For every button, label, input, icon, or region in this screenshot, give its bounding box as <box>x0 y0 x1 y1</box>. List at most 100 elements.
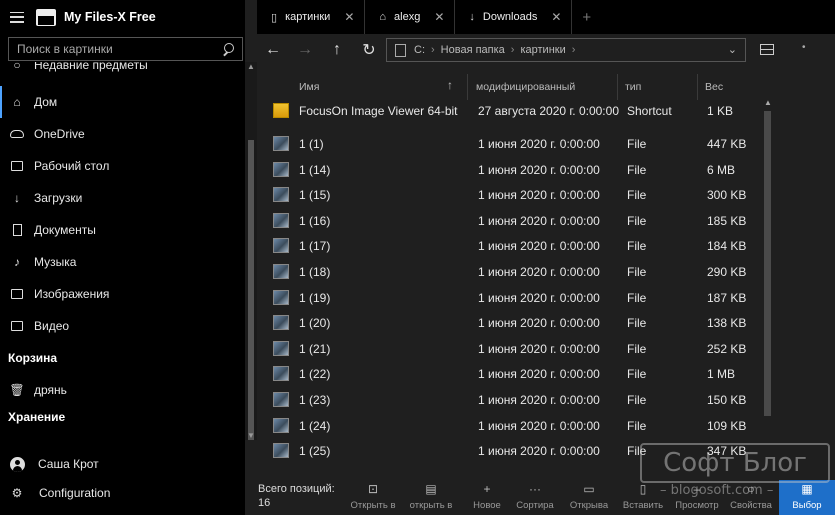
video-icon <box>10 319 24 333</box>
shortcut-icon <box>273 103 289 118</box>
forward-button[interactable]: → <box>289 41 321 59</box>
sidebar: My Files-X Free Поиск в картинки ○ Недав… <box>0 0 245 515</box>
file-name: 1 (15) <box>299 188 331 203</box>
sidebar-item-trash[interactable]: 🗑 дрянь <box>0 374 245 406</box>
scroll-up-icon[interactable]: ▲ <box>764 98 772 107</box>
sidebar-scrollbar[interactable]: ▲ ▼ <box>245 62 257 440</box>
sort-ascending-icon[interactable]: ↑ <box>447 78 453 92</box>
scroll-down-icon[interactable]: ▼ <box>245 431 257 440</box>
close-icon[interactable]: ✕ <box>344 10 354 24</box>
table-row[interactable]: 1 (22) 1 июня 2020 г. 0:00:00 File 1 MB <box>257 361 757 387</box>
terminal-button[interactable]: ▭ Открыва <box>561 480 617 511</box>
column-header-size[interactable]: Вес <box>705 81 723 93</box>
column-header-type[interactable]: тип <box>625 81 641 93</box>
table-row[interactable]: 1 (24) 1 июня 2020 г. 0:00:00 File 109 KB <box>257 413 757 439</box>
scroll-up-icon[interactable]: ▲ <box>245 62 257 71</box>
sidebar-footer: Саша Крот ⚙ Configuration <box>0 450 245 508</box>
file-size: 1 MB <box>707 367 736 382</box>
layout-mode-icon[interactable] <box>760 44 774 55</box>
file-rows: FocusOn Image Viewer 64-bit 27 августа 20… <box>257 98 757 466</box>
scrollbar-thumb[interactable] <box>248 140 254 440</box>
close-icon[interactable]: ✕ <box>434 10 444 24</box>
breadcrumb-current[interactable]: картинки <box>520 44 565 56</box>
item-count-label: Всего позиций: <box>258 483 335 495</box>
breadcrumb-folder[interactable]: Новая папка <box>441 44 505 56</box>
file-type: File <box>627 239 647 254</box>
sidebar-item-label: Недавние предметы <box>34 62 148 72</box>
file-list-scrollbar[interactable]: ▲ <box>757 96 777 466</box>
add-tab-button[interactable]: + <box>572 0 601 34</box>
table-row[interactable]: 1 (15) 1 июня 2020 г. 0:00:00 File 300 KB <box>257 182 757 208</box>
search-input[interactable]: Поиск в картинки <box>8 37 243 61</box>
search-icon[interactable] <box>222 43 234 55</box>
table-row[interactable]: 1 (16) 1 июня 2020 г. 0:00:00 File 185 KB <box>257 208 757 234</box>
file-type: File <box>627 137 647 151</box>
file-type: File <box>627 188 647 203</box>
up-button[interactable]: ↑ <box>321 41 353 59</box>
column-header-modified[interactable]: модифицированный <box>476 81 575 93</box>
tab-label: картинки <box>285 11 331 23</box>
sidebar-item-desktop[interactable]: Рабочий стол <box>0 150 245 182</box>
column-header-name[interactable]: Имя <box>299 81 319 93</box>
table-row[interactable]: 1 (1) 1 июня 2020 г. 0:00:00 File 447 KB <box>257 131 757 157</box>
address-bar[interactable]: C: › Новая папка › картинки › ⌄ <box>386 38 746 62</box>
table-row[interactable]: 1 (23) 1 июня 2020 г. 0:00:00 File 150 KB <box>257 387 757 413</box>
command-label: Открыть в <box>350 500 396 511</box>
file-name: 1 (18) <box>299 264 331 279</box>
sidebar-item-onedrive[interactable]: OneDrive <box>0 118 245 150</box>
table-row[interactable]: 1 (20) 1 июня 2020 г. 0:00:00 File 138 KB <box>257 310 757 336</box>
chevron-down-icon[interactable]: ⌄ <box>728 43 737 56</box>
table-row[interactable]: FocusOn Image Viewer 64-bit 27 августа 20… <box>257 98 757 131</box>
file-name: 1 (21) <box>299 341 331 356</box>
more-button[interactable]: ··· Сортира <box>507 480 563 511</box>
open-new-tab-icon: ⊡ <box>367 482 379 496</box>
file-list: Имя ↑ модифицированный тип Вес FocusOn I… <box>257 66 757 466</box>
sidebar-item-images[interactable]: Изображения <box>0 278 245 310</box>
sidebar-item-label: дрянь <box>34 383 67 397</box>
breadcrumb-drive[interactable]: C: <box>414 44 425 56</box>
back-button[interactable]: ← <box>257 41 289 59</box>
image-thumbnail-icon <box>273 366 289 382</box>
configuration-button[interactable]: ⚙ Configuration <box>0 478 245 508</box>
home-icon: ⌂ <box>379 11 387 23</box>
column-divider[interactable] <box>617 74 618 100</box>
table-row[interactable]: 1 (21) 1 июня 2020 г. 0:00:00 File 252 KB <box>257 336 757 362</box>
breadcrumb-separator: › <box>510 44 515 56</box>
user-account[interactable]: Саша Крот <box>0 450 245 478</box>
tab-downloads[interactable]: ↓ Downloads ✕ <box>455 0 573 34</box>
open-folder-button[interactable]: ▤ открыть в <box>403 480 459 511</box>
column-divider[interactable] <box>697 74 698 100</box>
column-divider[interactable] <box>467 74 468 100</box>
cloud-icon <box>10 127 24 141</box>
select-button[interactable]: ▦ Выбор <box>779 480 835 515</box>
file-type: File <box>627 162 647 177</box>
tab-alexg[interactable]: ⌂ alexg ✕ <box>365 0 456 34</box>
table-row[interactable]: 1 (17) 1 июня 2020 г. 0:00:00 File 184 KB <box>257 233 757 259</box>
sidebar-item-label: Дом <box>34 95 58 109</box>
sidebar-item-recent[interactable]: ○ Недавние предметы <box>0 62 245 72</box>
sidebar-nav: ○ Недавние предметы ⌂ Дом OneDrive Рабоч… <box>0 62 245 440</box>
scrollbar-thumb[interactable] <box>764 111 771 416</box>
tab-kartinki[interactable]: ▯ картинки ✕ <box>257 0 366 34</box>
sidebar-item-documents[interactable]: Документы <box>0 214 245 246</box>
table-row[interactable]: 1 (19) 1 июня 2020 г. 0:00:00 File 187 KB <box>257 285 757 311</box>
sidebar-item-home[interactable]: ⌂ Дом <box>0 86 245 118</box>
table-row[interactable]: 1 (18) 1 июня 2020 г. 0:00:00 File 290 KB <box>257 259 757 285</box>
file-type: File <box>627 392 647 407</box>
sidebar-item-videos[interactable]: Видео <box>0 310 245 342</box>
hamburger-menu-icon[interactable] <box>10 11 24 23</box>
sidebar-item-music[interactable]: ♪ Музыка <box>0 246 245 278</box>
open-new-tab-button[interactable]: ⊡ Открыть в <box>345 480 401 511</box>
music-icon: ♪ <box>14 255 20 269</box>
search-placeholder: Поиск в картинки <box>17 42 113 56</box>
image-thumbnail-icon <box>273 136 289 151</box>
table-row[interactable]: 1 (14) 1 июня 2020 г. 0:00:00 File 6 MB <box>257 157 757 183</box>
close-icon[interactable]: ✕ <box>551 10 561 24</box>
sidebar-item-downloads[interactable]: ↓ Загрузки <box>0 182 245 214</box>
more-icon: ··· <box>529 482 541 496</box>
file-modified: 1 июня 2020 г. 0:00:00 <box>478 290 600 305</box>
refresh-button[interactable]: ↻ <box>353 40 385 60</box>
more-options-icon[interactable]: • <box>802 42 806 53</box>
sidebar-section-storage: Хранение <box>8 410 66 424</box>
sidebar-item-label: Музыка <box>34 255 77 269</box>
